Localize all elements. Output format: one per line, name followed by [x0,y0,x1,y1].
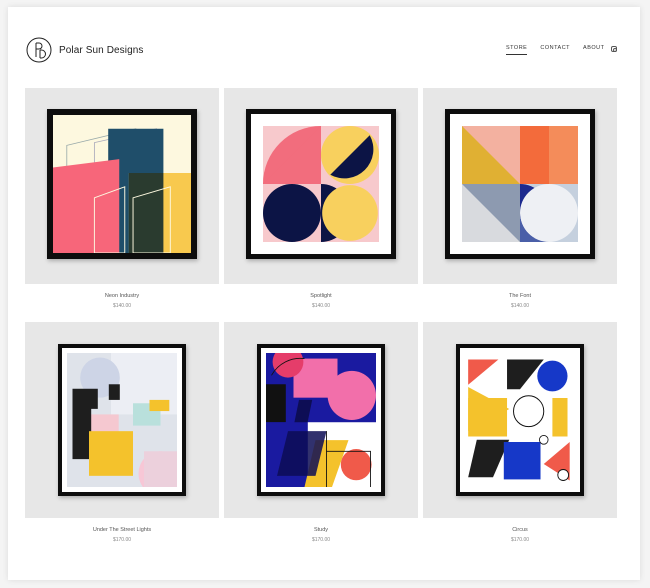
picture-mat [261,348,381,492]
picture-frame [246,109,396,259]
instagram-icon[interactable] [611,46,617,52]
product-image [25,322,219,518]
product-image [224,88,418,284]
product-name: Circus [512,527,528,533]
product-price: $140.00 [510,303,530,309]
product-card[interactable]: Study $170.00 [224,322,418,543]
product-name: Study [313,527,329,533]
nav-contact[interactable]: CONTACT [540,45,570,55]
artwork [462,126,578,242]
product-price: $140.00 [112,303,132,309]
product-card[interactable]: Neon Industry $140.00 [25,88,219,309]
artwork [466,354,574,486]
main-nav: STORE CONTACT ABOUT [506,45,605,55]
artwork [53,115,191,253]
page-container: Polar Sun Designs STORE CONTACT ABOUT Ne… [8,7,640,580]
product-price: $170.00 [510,537,530,543]
product-card[interactable]: Spotlight $140.00 [224,88,418,309]
picture-frame [58,344,186,496]
site-logo[interactable]: Polar Sun Designs [26,37,144,63]
product-image [423,88,617,284]
product-card[interactable]: The Font $140.00 [423,88,617,309]
nav-about[interactable]: ABOUT [583,45,604,55]
brand-name: Polar Sun Designs [59,44,144,56]
product-price: $140.00 [311,303,331,309]
product-card[interactable]: Circus $170.00 [423,322,617,543]
product-image [25,88,219,284]
product-price: $170.00 [112,537,132,543]
picture-mat [450,114,590,254]
product-name: The Font [508,293,531,299]
product-name: Neon Industry [104,293,140,299]
product-card[interactable]: Under The Street Lights $170.00 [25,322,219,543]
artwork [263,126,379,242]
artwork [67,353,177,487]
picture-mat [251,114,391,254]
product-price: $170.00 [311,537,331,543]
product-name: Under The Street Lights [92,527,152,533]
product-name: Spotlight [310,293,332,299]
artwork [266,353,376,487]
product-image [423,322,617,518]
psd-monogram-icon [26,37,52,63]
picture-frame [257,344,385,496]
picture-frame [47,109,197,259]
picture-mat [62,348,182,492]
picture-frame [445,109,595,259]
product-image [224,322,418,518]
nav-store[interactable]: STORE [506,45,528,55]
picture-mat [460,348,580,492]
picture-frame [456,344,584,496]
